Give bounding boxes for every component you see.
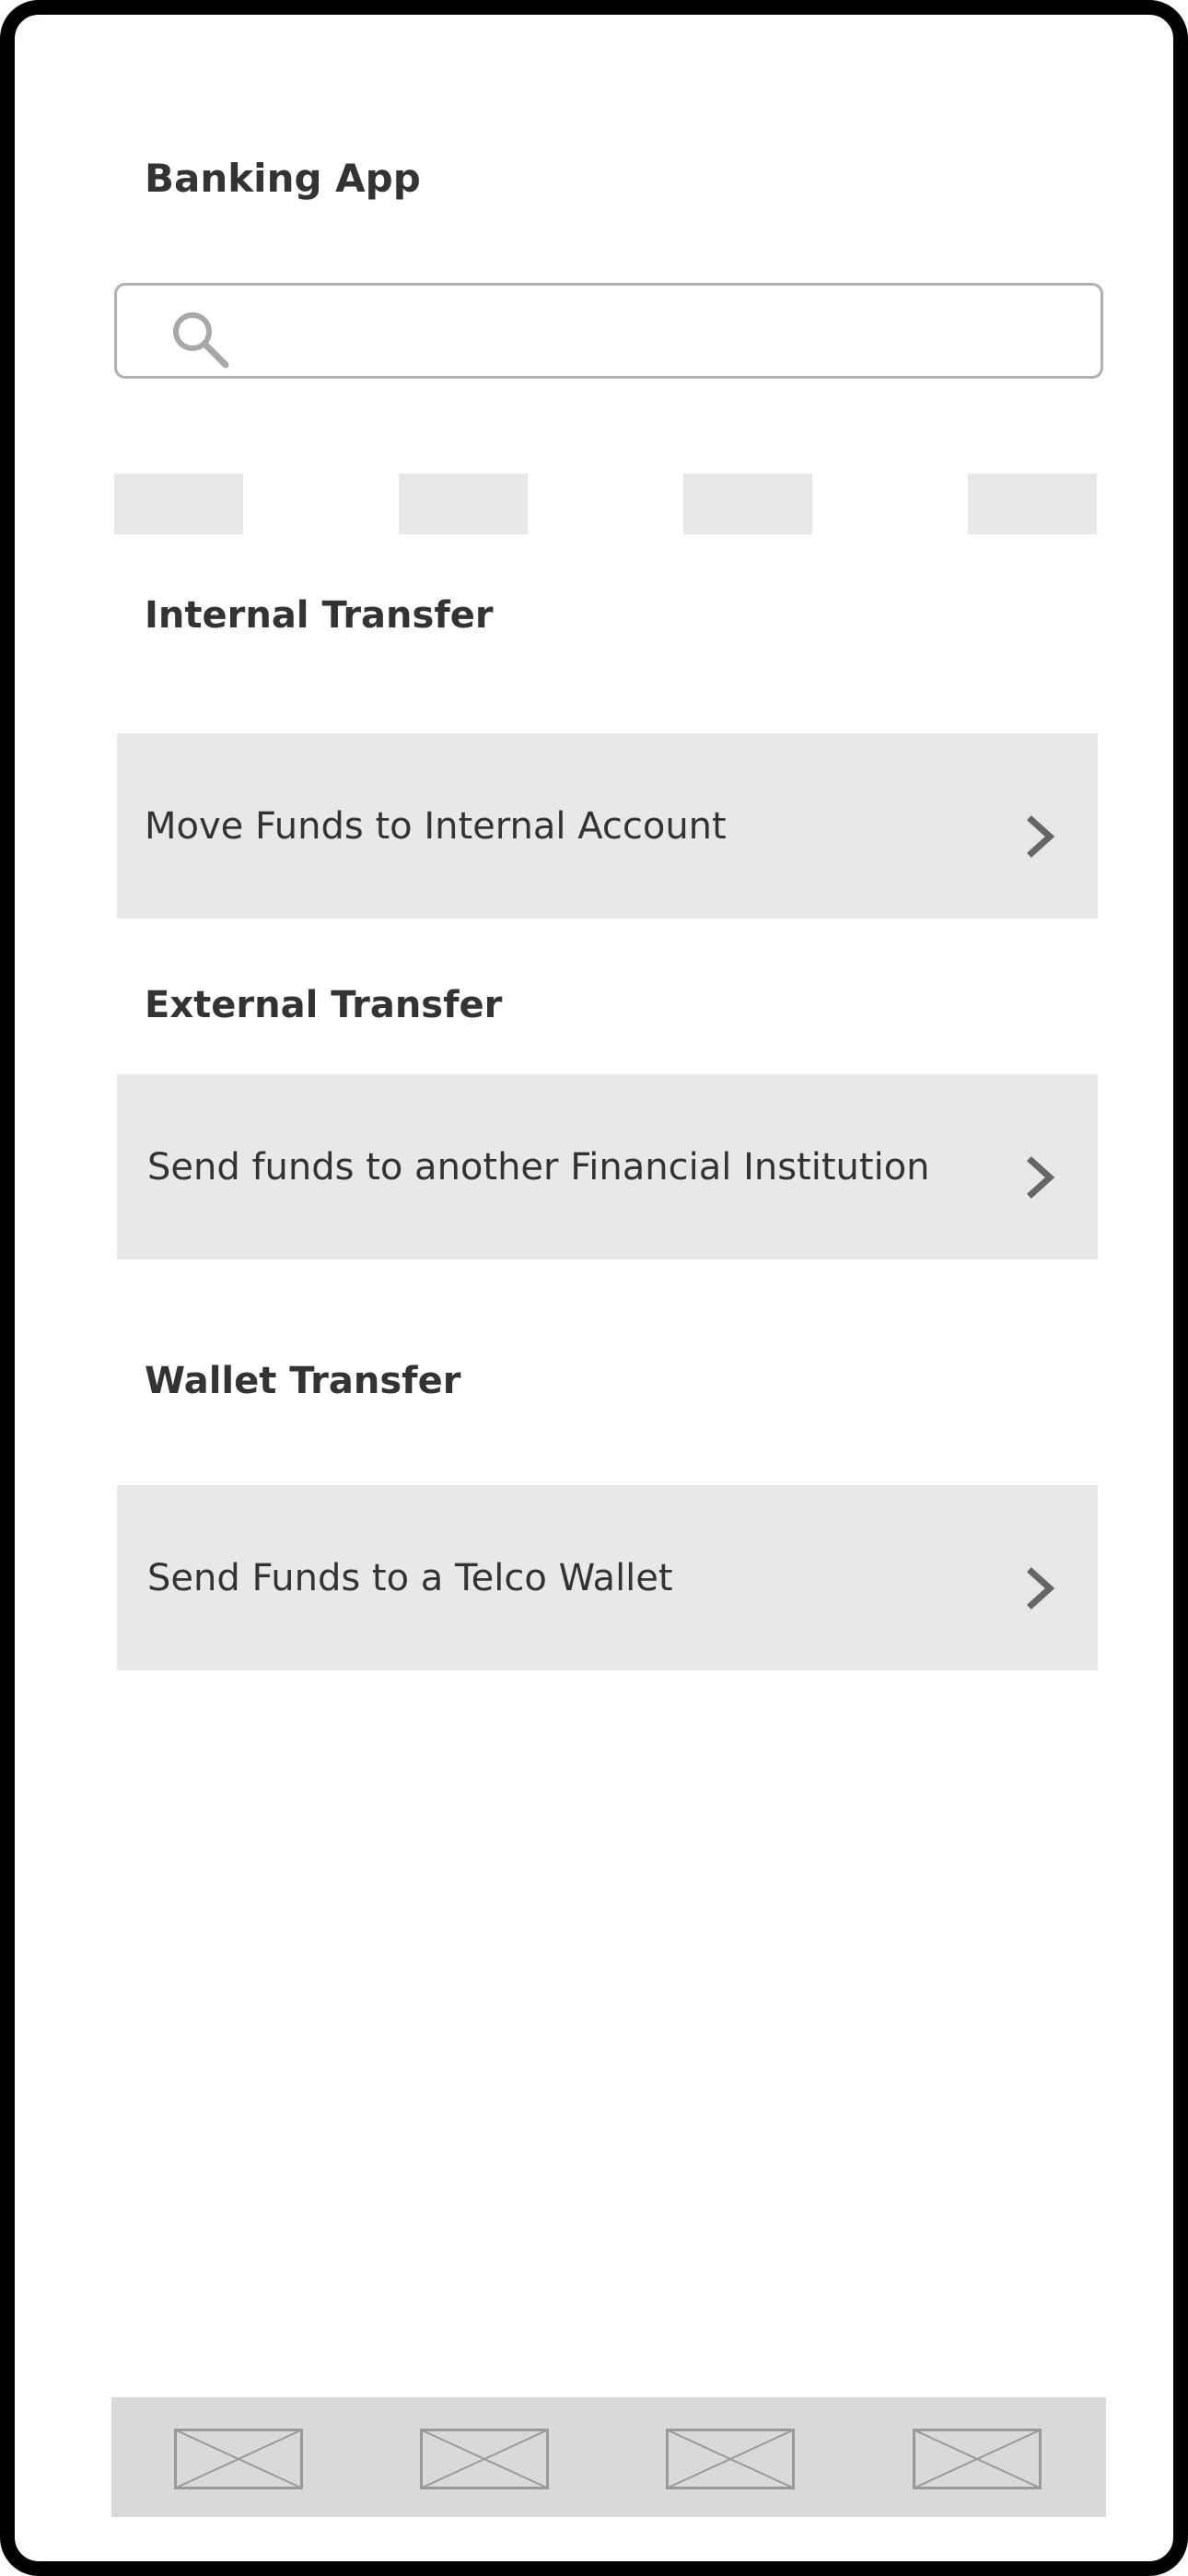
section-heading-internal-transfer: Internal Transfer xyxy=(145,594,494,637)
external-transfer-item-label: Send funds to another Financial Institut… xyxy=(147,1145,930,1188)
chevron-right-icon xyxy=(1027,1567,1055,1610)
quick-tab-2[interactable] xyxy=(399,474,528,534)
quick-tab-3[interactable] xyxy=(683,474,812,534)
search-bar[interactable] xyxy=(114,283,1103,379)
quick-tab-4[interactable] xyxy=(968,474,1097,534)
search-icon xyxy=(173,312,229,369)
image-placeholder-icon xyxy=(913,2429,1042,2489)
internal-transfer-item[interactable]: Move Funds to Internal Account xyxy=(117,733,1098,919)
image-placeholder-icon xyxy=(666,2429,795,2489)
image-placeholder-icon xyxy=(174,2429,303,2489)
wallet-transfer-item-label: Send Funds to a Telco Wallet xyxy=(147,1556,673,1599)
search-input[interactable] xyxy=(255,295,1088,369)
bottom-nav-item-4[interactable] xyxy=(913,2429,1042,2489)
bottom-nav-item-1[interactable] xyxy=(174,2429,303,2489)
bottom-nav-item-2[interactable] xyxy=(420,2429,549,2489)
section-heading-wallet-transfer: Wallet Transfer xyxy=(145,1360,461,1402)
internal-transfer-item-label: Move Funds to Internal Account xyxy=(145,804,727,848)
chevron-right-icon xyxy=(1027,1156,1055,1199)
app-title: Banking App xyxy=(145,156,421,201)
quick-tab-1[interactable] xyxy=(114,474,243,534)
device-frame: Banking App Internal Transfer Move Funds… xyxy=(0,0,1188,2576)
chevron-right-icon xyxy=(1027,815,1055,858)
image-placeholder-icon xyxy=(420,2429,549,2489)
bottom-nav-item-3[interactable] xyxy=(666,2429,795,2489)
bottom-nav-bar xyxy=(111,2397,1106,2517)
external-transfer-item[interactable]: Send funds to another Financial Institut… xyxy=(117,1074,1098,1259)
section-heading-external-transfer: External Transfer xyxy=(145,984,503,1026)
wallet-transfer-item[interactable]: Send Funds to a Telco Wallet xyxy=(117,1485,1098,1670)
